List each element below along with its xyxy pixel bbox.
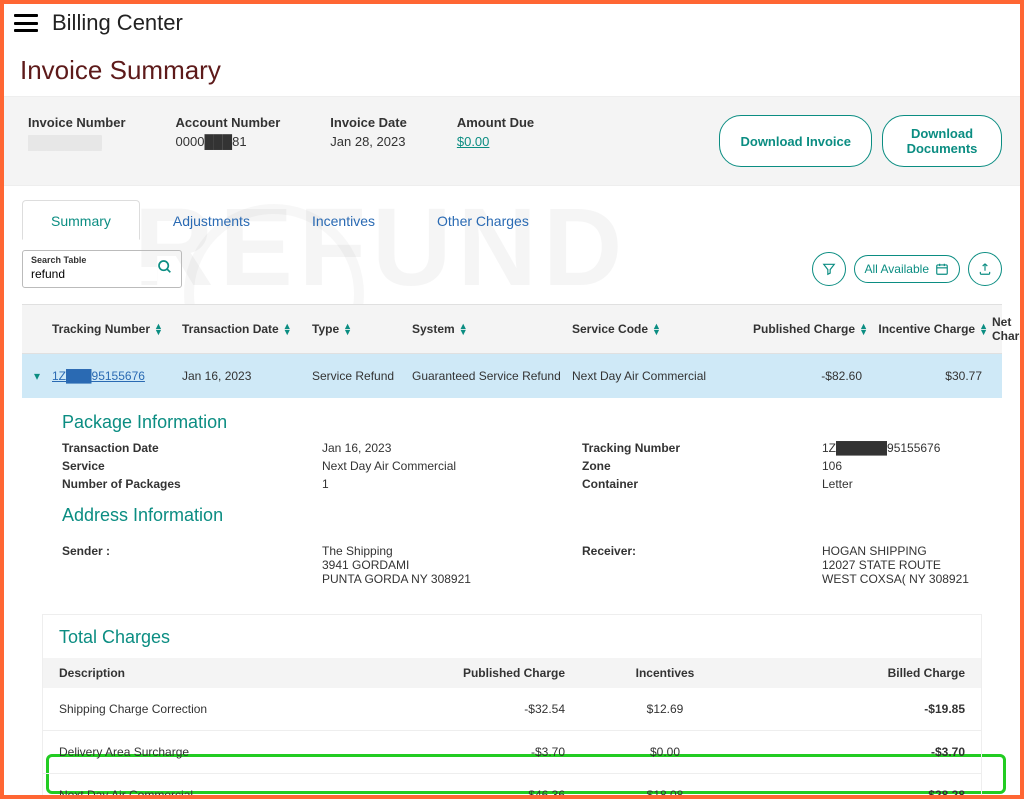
account-number-label: Account Number — [176, 115, 281, 130]
pkg-zone-label: Zone — [582, 459, 822, 473]
td-system: Guaranteed Service Refund — [412, 369, 572, 383]
td-txn-date: Jan 16, 2023 — [182, 369, 312, 383]
charge-desc: Delivery Area Surcharge — [59, 745, 365, 759]
td-net: -$51.83 — [992, 369, 1024, 383]
pkg-tracking: 1Z██████95155676 — [822, 441, 1022, 455]
download-documents-button[interactable]: Download Documents — [882, 115, 1002, 167]
expand-row-icon[interactable]: ▾ — [22, 369, 52, 383]
charge-row: Shipping Charge Correction-$32.54$12.69-… — [43, 688, 981, 731]
td-type: Service Refund — [312, 369, 412, 383]
pkg-txn-date: Jan 16, 2023 — [322, 441, 582, 455]
th-txn-date[interactable]: Transaction Date — [182, 322, 279, 336]
sort-icon[interactable]: ▲▼ — [154, 323, 163, 335]
pkg-zone: 106 — [822, 459, 1022, 473]
charge-billed: -$28.28 — [765, 788, 965, 799]
tracking-link[interactable]: 1Z███95155676 — [52, 369, 145, 383]
td-service-code: Next Day Air Commercial — [572, 369, 742, 383]
sort-icon[interactable]: ▲▼ — [979, 323, 988, 335]
filter-button[interactable] — [812, 252, 846, 286]
download-invoice-button[interactable]: Download Invoice — [719, 115, 872, 167]
total-charges-title: Total Charges — [43, 615, 981, 658]
charge-billed: -$3.70 — [765, 745, 965, 759]
tab-other-charges[interactable]: Other Charges — [408, 200, 558, 240]
td-published: -$82.60 — [742, 369, 872, 383]
charge-row: Next Day Air Commercial-$46.36$18.08-$28… — [43, 774, 981, 799]
all-available-button[interactable]: All Available — [854, 255, 961, 283]
amount-due-label: Amount Due — [457, 115, 534, 130]
charge-published: -$46.36 — [365, 788, 565, 799]
invoice-number-value: ████████ — [28, 135, 102, 150]
th-system[interactable]: System — [412, 322, 455, 336]
calendar-icon — [935, 262, 949, 276]
invoice-number-label: Invoice Number — [28, 115, 126, 130]
tab-adjustments[interactable]: Adjustments — [144, 200, 279, 240]
pkg-container: Letter — [822, 477, 1022, 491]
sender-label: Sender : — [62, 544, 322, 558]
sort-icon[interactable]: ▲▼ — [652, 323, 661, 335]
pkg-tracking-label: Tracking Number — [582, 441, 822, 455]
charges-th-published: Published Charge — [365, 666, 565, 680]
th-incentive[interactable]: Incentive Charge — [878, 322, 975, 336]
th-service-code[interactable]: Service Code — [572, 322, 648, 336]
table-row: ▾ 1Z███95155676 Jan 16, 2023 Service Ref… — [22, 354, 1002, 398]
charge-incentives: $0.00 — [565, 745, 765, 759]
tab-summary[interactable]: Summary — [22, 200, 140, 240]
tab-incentives[interactable]: Incentives — [283, 200, 404, 240]
menu-icon[interactable] — [14, 14, 38, 32]
charge-published: -$32.54 — [365, 702, 565, 716]
search-input[interactable] — [31, 267, 157, 281]
receiver-label: Receiver: — [582, 544, 822, 558]
sort-icon[interactable]: ▲▼ — [459, 323, 468, 335]
invoice-date-label: Invoice Date — [330, 115, 407, 130]
search-label: Search Table — [31, 255, 157, 265]
charge-desc: Shipping Charge Correction — [59, 702, 365, 716]
package-info-title: Package Information — [22, 398, 1002, 441]
pkg-service: Next Day Air Commercial — [322, 459, 582, 473]
charge-incentives: $18.08 — [565, 788, 765, 799]
charge-published: -$3.70 — [365, 745, 565, 759]
th-tracking[interactable]: Tracking Number — [52, 322, 150, 336]
sender-block: The Shipping 3941 GORDAMI PUNTA GORDA NY… — [322, 544, 582, 586]
th-published[interactable]: Published Charge — [753, 322, 855, 336]
charge-incentives: $12.69 — [565, 702, 765, 716]
pkg-numpkg-label: Number of Packages — [62, 477, 322, 491]
sort-icon[interactable]: ▲▼ — [343, 323, 352, 335]
charge-billed: -$19.85 — [765, 702, 965, 716]
invoice-date-value: Jan 28, 2023 — [330, 134, 407, 149]
charges-th-incentives: Incentives — [565, 666, 765, 680]
charge-row: Delivery Area Surcharge-$3.70$0.00-$3.70 — [43, 731, 981, 774]
pkg-container-label: Container — [582, 477, 822, 491]
app-title: Billing Center — [52, 10, 183, 36]
search-box[interactable]: Search Table — [22, 250, 182, 288]
search-icon[interactable] — [157, 259, 173, 280]
th-net[interactable]: Net Charge — [992, 315, 1024, 343]
account-number-value: 0000███81 — [176, 134, 281, 149]
pkg-service-label: Service — [62, 459, 322, 473]
pkg-numpkg: 1 — [322, 477, 582, 491]
all-available-label: All Available — [865, 262, 930, 276]
export-button[interactable] — [968, 252, 1002, 286]
charges-th-desc: Description — [59, 666, 365, 680]
td-incentive: $30.77 — [872, 369, 992, 383]
sort-icon[interactable]: ▲▼ — [283, 323, 292, 335]
charges-th-billed: Billed Charge — [765, 666, 965, 680]
pkg-txn-date-label: Transaction Date — [62, 441, 322, 455]
receiver-block: HOGAN SHIPPING 12027 STATE ROUTE WEST CO… — [822, 544, 1022, 586]
address-info-title: Address Information — [22, 491, 1002, 534]
page-title: Invoice Summary — [4, 43, 1020, 96]
th-type[interactable]: Type — [312, 322, 339, 336]
sort-icon[interactable]: ▲▼ — [859, 323, 868, 335]
amount-due-link[interactable]: $0.00 — [457, 134, 534, 149]
charge-desc: Next Day Air Commercial — [59, 788, 365, 799]
